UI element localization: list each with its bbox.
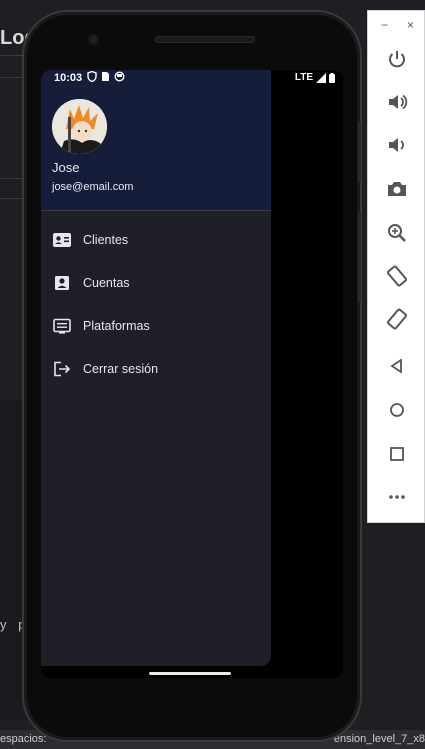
home-gesture-bar[interactable]: [149, 672, 231, 675]
menu-item-clientes[interactable]: Clientes: [41, 218, 271, 261]
status-time: 10:03: [54, 72, 83, 84]
avatar-image: [52, 99, 107, 154]
navigation-drawer: 10:03 Jose jose@email.com Clientes Cuent…: [41, 70, 271, 666]
user-name: Jose: [52, 160, 80, 175]
rotate-right-button[interactable]: [385, 307, 409, 331]
status-icons: [87, 71, 125, 82]
menu-item-label: Cuentas: [83, 275, 130, 290]
signal-icon: [316, 72, 326, 83]
power-icon: [389, 51, 405, 68]
logout-icon: [52, 359, 72, 379]
home-button[interactable]: [385, 398, 409, 422]
back-icon: [390, 358, 402, 374]
status-right: ension_level_7_x8: [333, 733, 425, 745]
menu-item-plataformas[interactable]: Plataformas: [41, 304, 271, 347]
volume-down-icon: [389, 138, 404, 152]
menu-item-label: Plataformas: [83, 318, 150, 333]
toolbar-window-controls: − ×: [368, 17, 425, 33]
menu-item-label: Cerrar sesión: [83, 361, 159, 376]
sync-icon: [114, 71, 125, 82]
more-icon: [389, 495, 405, 499]
list-alt-icon: [52, 316, 72, 336]
phone-side-button: [358, 122, 361, 182]
user-email: jose@email.com: [52, 181, 134, 193]
minimize-button[interactable]: −: [381, 18, 388, 32]
status-left: espacios:: [0, 733, 47, 745]
contact-card-icon: [52, 230, 72, 250]
rotate-left-icon: [386, 265, 408, 287]
more-button[interactable]: [385, 485, 409, 509]
speaker-grille: [155, 36, 255, 43]
battery-icon: [329, 72, 335, 83]
status-network: LTE: [295, 72, 335, 83]
network-label: LTE: [294, 72, 313, 83]
back-button[interactable]: [385, 354, 409, 378]
menu-item-label: Clientes: [83, 232, 129, 247]
zoom-button[interactable]: [385, 221, 409, 245]
power-button[interactable]: [385, 47, 409, 71]
shield-icon: [87, 71, 97, 82]
zoom-icon: [388, 224, 406, 242]
account-box-icon: [52, 273, 72, 293]
emulator-toolbar: − ×: [367, 10, 425, 523]
rotate-right-icon: [386, 308, 408, 330]
menu-item-cuentas[interactable]: Cuentas: [41, 261, 271, 304]
sim-card-icon: [102, 72, 109, 81]
camera-icon: [89, 35, 98, 44]
screenshot-button[interactable]: [385, 177, 409, 201]
rotate-left-button[interactable]: [385, 264, 409, 288]
home-icon: [390, 403, 404, 417]
avatar[interactable]: [52, 99, 107, 154]
phone-frame: 10:03 Jose jose@email.com Clientes Cuent…: [24, 12, 361, 740]
overview-button[interactable]: [385, 442, 409, 466]
menu-item-cerrar-sesion[interactable]: Cerrar sesión: [41, 347, 271, 390]
overview-icon: [390, 447, 404, 461]
volume-up-button[interactable]: [385, 90, 409, 114]
drawer-menu: Clientes Cuentas Plataformas Cerrar sesi…: [41, 218, 271, 390]
close-button[interactable]: ×: [407, 18, 414, 32]
camera-icon: [388, 182, 406, 196]
phone-side-button: [358, 212, 361, 302]
volume-up-icon: [389, 94, 408, 110]
phone-screen: 10:03 Jose jose@email.com Clientes Cuent…: [41, 70, 343, 678]
volume-down-button[interactable]: [385, 133, 409, 157]
drawer-header: 10:03 Jose jose@email.com: [41, 70, 271, 211]
